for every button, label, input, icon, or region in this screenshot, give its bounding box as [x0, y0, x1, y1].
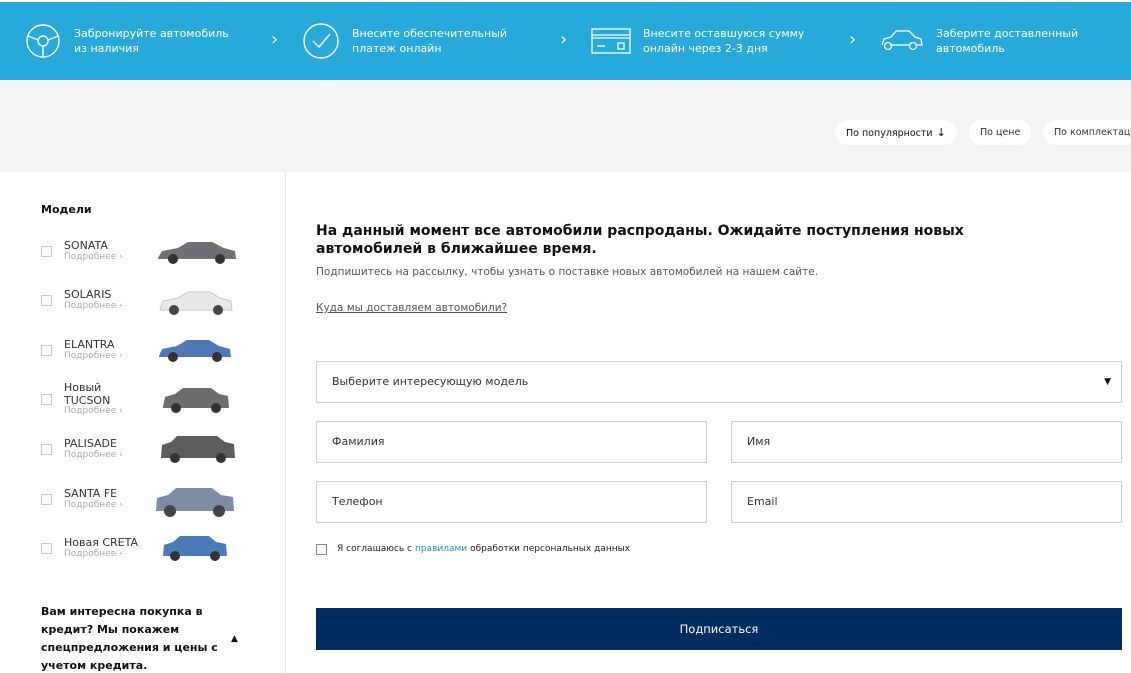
- model-item-palisade[interactable]: PALISADE Подробнее ›: [41, 436, 241, 480]
- model-item-solaris[interactable]: SOLARIS Подробнее ›: [41, 287, 241, 331]
- model-checkbox[interactable]: [41, 444, 52, 455]
- sort-popularity-button[interactable]: По популярности ↓: [835, 120, 957, 145]
- model-select[interactable]: Выберите интересующую модель ▼: [316, 361, 1122, 403]
- step-text: Внесите обеспечительный платеж онлайн: [352, 27, 508, 55]
- step-text: Забронируйте автомобиль из наличия: [74, 27, 229, 55]
- collapse-arrow-icon[interactable]: ▲: [231, 634, 238, 644]
- consent-row: Я соглашаюсь с правилами обработки персо…: [316, 542, 630, 556]
- model-checkbox[interactable]: [41, 494, 52, 505]
- car-thumbnail: [159, 291, 233, 315]
- subscribe-hint: Подпишитесь на рассылку, чтобы узнать о …: [316, 266, 819, 278]
- model-item-sonata[interactable]: SONATA Подробнее ›: [41, 238, 241, 282]
- more-link[interactable]: Подробнее ›: [64, 351, 123, 361]
- model-name: ELANTRA: [64, 338, 115, 351]
- step-deposit: Внесите обеспечительный платеж онлайн: [302, 2, 522, 80]
- name-field[interactable]: Имя: [731, 421, 1122, 463]
- car-thumbnail: [161, 436, 235, 463]
- credit-promo-text: Вам интересна покупка в кредит? Мы покаж…: [41, 605, 218, 672]
- more-link[interactable]: Подробнее ›: [64, 301, 123, 311]
- model-checkbox[interactable]: [41, 345, 52, 356]
- more-link[interactable]: Подробнее ›: [64, 406, 123, 416]
- chevron-right-icon: ›: [560, 29, 568, 50]
- model-name: Новая CRETA: [64, 536, 139, 549]
- consent-suffix: обработки персональных данных: [470, 544, 631, 554]
- step-text: Внесите оставшуюся сумму онлайн через 2-…: [643, 27, 805, 55]
- model-name: Новый TUCSON: [64, 381, 111, 407]
- consent-rules-link[interactable]: правилами: [415, 544, 467, 554]
- sort-label: По популярности: [846, 128, 933, 139]
- email-field[interactable]: Email: [731, 481, 1122, 523]
- purchase-steps-banner: Забронируйте автомобиль из наличия › Вне…: [0, 2, 1131, 80]
- step-text: Заберите доставленный автомобиль: [936, 27, 1079, 55]
- caret-down-icon: ▼: [1104, 377, 1111, 387]
- model-checkbox[interactable]: [41, 394, 52, 405]
- model-name: SOLARIS: [64, 288, 112, 301]
- sold-out-headline: На данный момент все автомобили распрода…: [316, 223, 964, 257]
- more-link[interactable]: Подробнее ›: [64, 450, 123, 460]
- chevron-right-icon: ›: [849, 29, 857, 50]
- sort-price-button[interactable]: По цене: [969, 120, 1032, 145]
- step-pickup: Заберите доставленный автомобиль: [880, 2, 1106, 80]
- car-thumbnail: [156, 488, 234, 517]
- step-book: Забронируйте автомобиль из наличия: [24, 2, 244, 80]
- car-outline-icon: [881, 30, 923, 51]
- chevron-right-icon: ›: [271, 29, 279, 50]
- arrow-down-icon: ↓: [936, 126, 946, 139]
- car-thumbnail: [163, 536, 227, 561]
- model-item-elantra[interactable]: ELANTRA Подробнее ›: [41, 337, 241, 381]
- sort-bar: По популярности↓ По цене По комплектации: [0, 80, 1131, 172]
- delivery-regions-link[interactable]: Куда мы доставляем автомобили?: [316, 302, 507, 314]
- main-content: На данный момент все автомобили распрода…: [316, 172, 1122, 673]
- car-thumbnail: [158, 242, 236, 264]
- phone-field[interactable]: Телефон: [316, 481, 707, 523]
- surname-field[interactable]: Фамилия: [316, 421, 707, 463]
- step-pay-rest: Внесите оставшуюся сумму онлайн через 2-…: [591, 2, 813, 80]
- car-thumbnail: [159, 340, 231, 362]
- car-thumbnail: [163, 388, 229, 413]
- model-select-value: Выберите интересующую модель: [332, 375, 529, 388]
- model-checkbox[interactable]: [41, 246, 52, 257]
- model-name: PALISADE: [64, 437, 117, 450]
- model-checkbox[interactable]: [41, 295, 52, 306]
- models-title: Модели: [41, 203, 92, 216]
- more-link[interactable]: Подробнее ›: [64, 549, 123, 559]
- sort-trim-button[interactable]: По комплектации: [1043, 120, 1131, 145]
- models-sidebar: Модели SONATA Подробнее › SOLARIS Подроб…: [0, 172, 286, 673]
- subscribe-button[interactable]: Подписаться: [316, 608, 1122, 650]
- consent-checkbox[interactable]: [316, 543, 327, 555]
- check-circle-icon: [303, 23, 339, 59]
- more-link[interactable]: Подробнее ›: [64, 500, 123, 510]
- steering-wheel-icon: [26, 24, 60, 58]
- model-item-tucson[interactable]: Новый TUCSON Подробнее ›: [41, 380, 241, 424]
- credit-card-icon: [591, 28, 631, 54]
- more-link[interactable]: Подробнее ›: [64, 252, 123, 262]
- model-name: SONATA: [64, 239, 108, 252]
- model-name: SANTA FE: [64, 487, 118, 500]
- model-item-creta[interactable]: Новая CRETA Подробнее ›: [41, 535, 241, 579]
- consent-prefix: Я соглашаюсь с: [337, 544, 412, 554]
- model-checkbox[interactable]: [41, 543, 52, 554]
- model-item-santa-fe[interactable]: SANTA FE Подробнее ›: [41, 486, 241, 530]
